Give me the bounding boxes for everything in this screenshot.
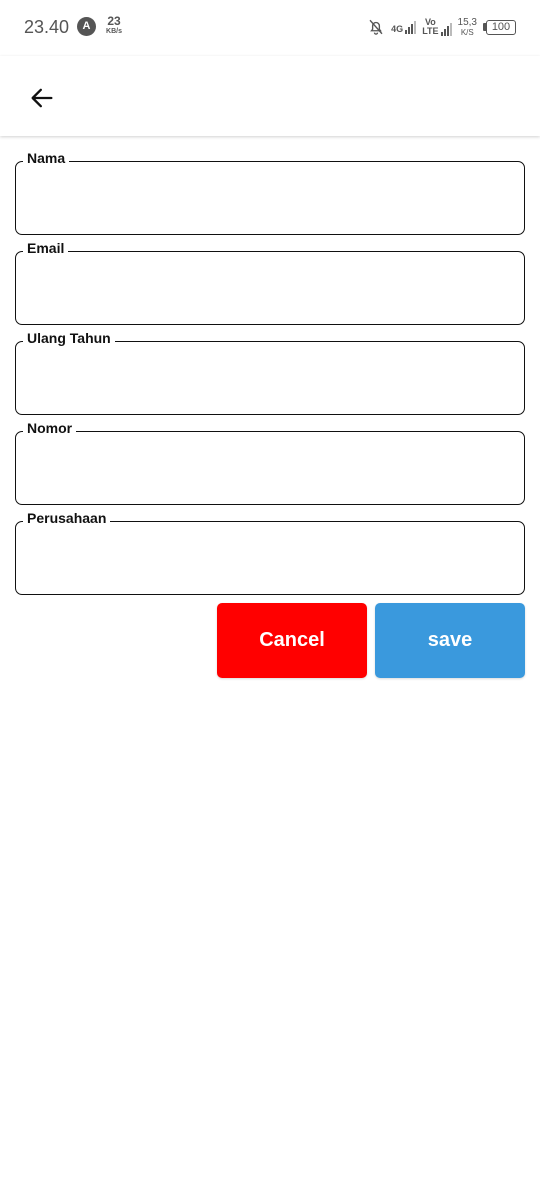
- status-bar: 23.40 A 23 KB/s 4G Vo LTE 15,3 K/S 100: [0, 0, 540, 56]
- ulang-tahun-label: Ulang Tahun: [23, 330, 115, 346]
- signal-4g: 4G: [391, 20, 417, 34]
- email-input[interactable]: [15, 251, 525, 325]
- nomor-input[interactable]: [15, 431, 525, 505]
- battery-level: 100: [486, 19, 516, 35]
- ulang-tahun-input[interactable]: [15, 341, 525, 415]
- network-speed-2: 15,3 K/S: [457, 16, 477, 37]
- field-ulang-tahun[interactable]: Ulang Tahun: [15, 330, 525, 420]
- nama-input[interactable]: [15, 161, 525, 235]
- back-button[interactable]: [22, 78, 62, 118]
- nama-label: Nama: [23, 150, 70, 166]
- signal-bars-icon: [440, 22, 452, 36]
- nomor-label: Nomor: [23, 420, 77, 436]
- cancel-button[interactable]: Cancel: [217, 603, 367, 678]
- network-speed-value: 23: [107, 14, 121, 28]
- network-speed: 23 KB/s: [103, 15, 125, 35]
- network-speed-unit: KB/s: [106, 28, 122, 35]
- volte-label: Vo LTE: [422, 18, 438, 36]
- perusahaan-label: Perusahaan: [23, 510, 111, 526]
- save-button[interactable]: save: [375, 603, 525, 678]
- signal-4g-label: 4G: [391, 24, 404, 34]
- email-label: Email: [23, 240, 69, 256]
- field-email[interactable]: Email: [15, 240, 525, 330]
- status-time: 23.40: [24, 17, 70, 37]
- form-actions: Cancel save: [217, 603, 525, 678]
- network-speed-2-value: 15,3: [457, 16, 477, 28]
- bell-muted-icon: [369, 19, 383, 35]
- app-notification-icon: A: [77, 17, 96, 36]
- app-bar: [0, 56, 540, 136]
- field-nomor[interactable]: Nomor: [15, 420, 525, 510]
- volte-label-bottom: LTE: [422, 26, 439, 36]
- network-speed-2-unit: K/S: [460, 27, 474, 37]
- field-nama[interactable]: Nama: [15, 150, 525, 240]
- field-perusahaan[interactable]: Perusahaan: [15, 510, 525, 600]
- signal-bars-icon: [405, 20, 417, 34]
- status-icons: 4G Vo LTE 15,3 K/S 100: [367, 14, 516, 40]
- perusahaan-input[interactable]: [15, 521, 525, 595]
- battery-icon: 100: [483, 19, 516, 35]
- contact-form: Nama Email Ulang Tahun Nomor Perusahaan: [15, 150, 525, 600]
- arrow-left-icon: [31, 88, 53, 108]
- signal-volte: Vo LTE: [422, 18, 452, 36]
